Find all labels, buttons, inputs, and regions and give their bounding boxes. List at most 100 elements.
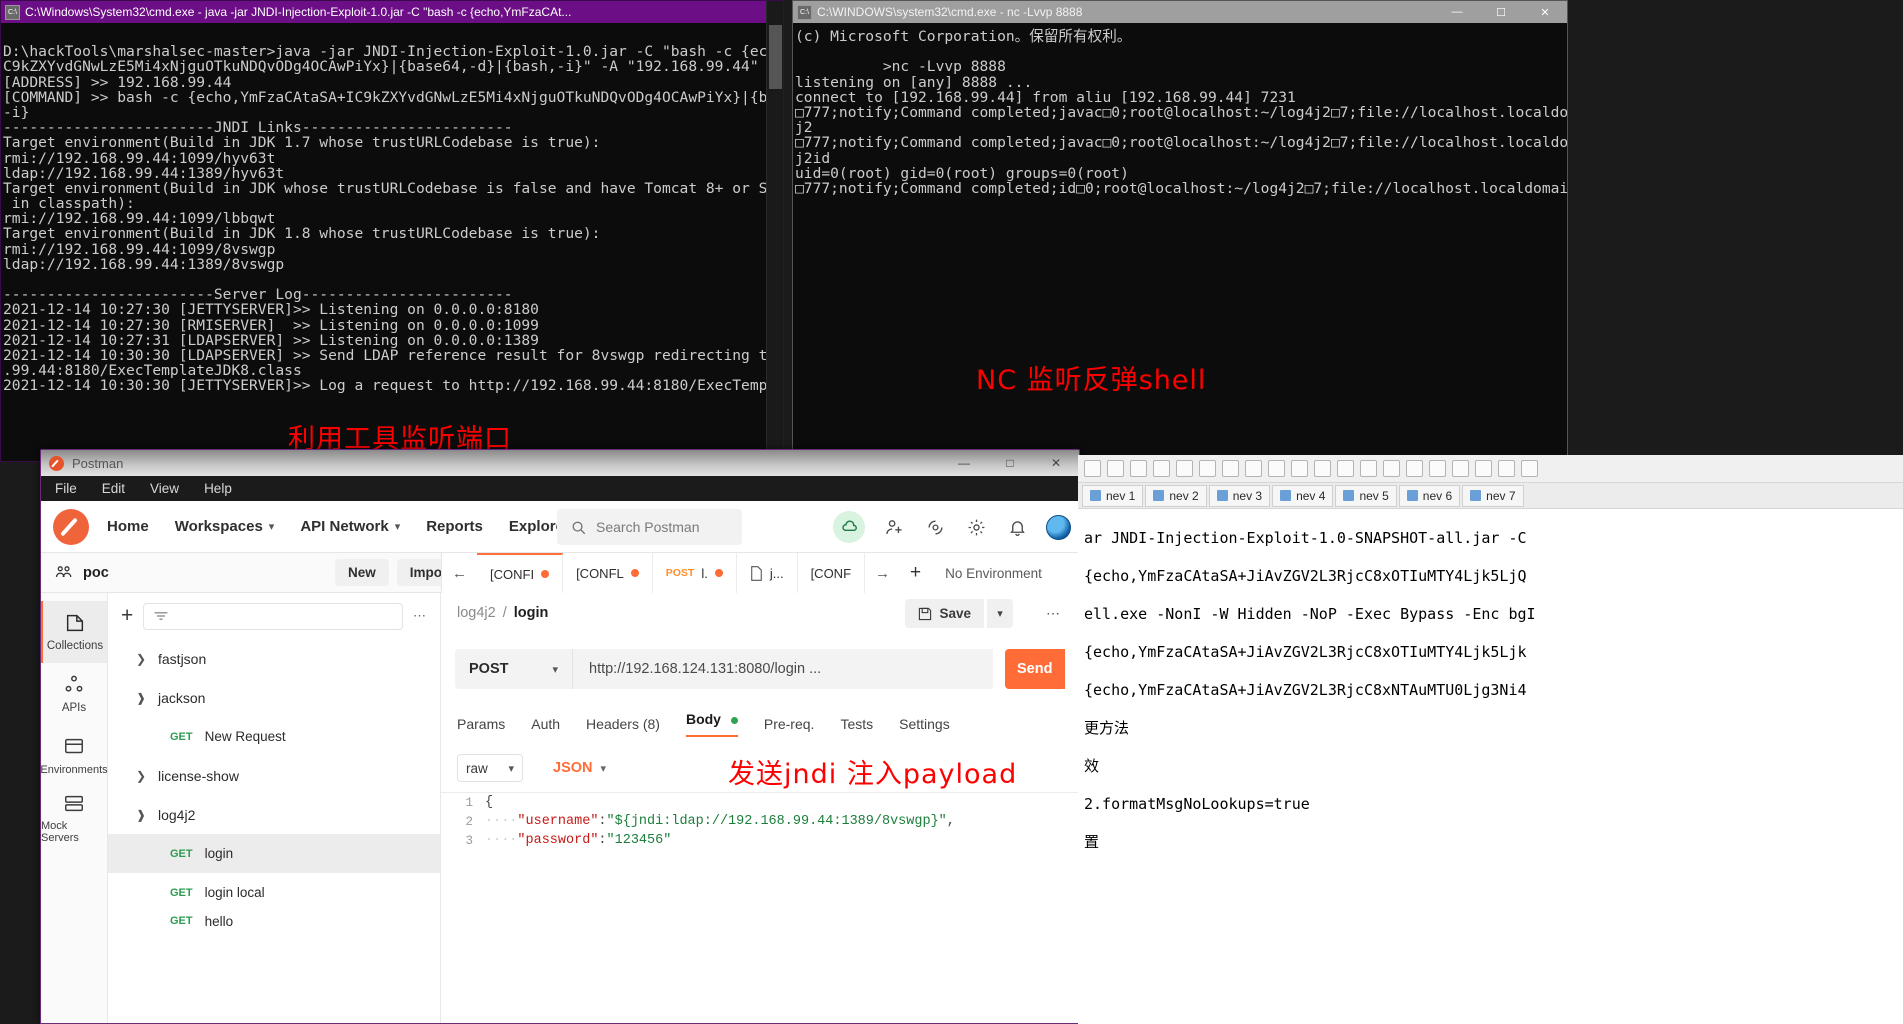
print-icon[interactable] [1153,460,1170,477]
ide-tab-4[interactable]: nev 5 [1335,484,1397,507]
sidebar-toolbar[interactable]: + ⋯ [108,593,440,639]
collections-sidebar[interactable]: + ⋯ ❯ fastjson ❱ jackson GET New Request… [108,593,441,1023]
chevron-down-icon[interactable]: ❱ [136,691,146,705]
replace-icon[interactable] [1314,460,1331,477]
maximize-button[interactable]: ☐ [1479,1,1523,23]
satellite-icon[interactable] [923,515,947,539]
search-input[interactable]: Search Postman [557,509,742,545]
postman-brand-icon[interactable] [53,508,89,545]
tree-item-jackson[interactable]: ❱ jackson [108,678,440,717]
workspace-bar[interactable]: poc New Import ← [CONFI [CONFL POST l. j… [41,553,1079,593]
http-method-select[interactable]: POST ▾ [455,649,573,689]
tree-item-hello[interactable]: GET hello [108,912,440,930]
user-avatar[interactable] [1046,514,1071,540]
tree-item-login[interactable]: GET login [108,834,440,873]
url-input[interactable]: http://192.168.124.131:8080/login ... [573,649,993,689]
postman-top-nav[interactable]: Home Workspaces ▾ API Network ▾ Reports … [41,501,1079,553]
minimize-button[interactable]: — [941,456,987,470]
tree-item-log4j2[interactable]: ❱ log4j2 [108,795,440,834]
nav-api-network[interactable]: API Network ▾ [300,518,400,535]
postman-menubar[interactable]: File Edit View Help [41,476,1079,501]
ide-window[interactable]: nev 1 nev 2 nev 3 nev 4 nev 5 nev 6 nev 7 ar J… [1078,455,1903,1024]
ide-tab-0[interactable]: nev 1 [1082,484,1144,507]
chevron-right-icon[interactable]: ❯ [136,769,146,783]
menu-help[interactable]: Help [204,481,232,496]
tabs-forward-arrow-icon[interactable]: → [865,565,900,582]
help-icon[interactable] [1475,460,1492,477]
wrap-icon[interactable] [1383,460,1400,477]
tab-headers[interactable]: Headers (8) [586,716,660,732]
send-button[interactable]: Send [1005,649,1065,689]
menu-edit[interactable]: Edit [102,481,125,496]
window-titlebar[interactable]: C:\ C:\Windows\System32\cmd.exe - java -… [1,1,783,23]
left-rail[interactable]: Collections APIs Environments Mock Serve… [41,593,108,1023]
ide-tab-2[interactable]: nev 3 [1208,484,1271,507]
new-button[interactable]: New [335,559,389,586]
sidebar-item-apis[interactable]: APIs [41,663,107,725]
request-section-tabs[interactable]: Params Auth Headers (8) Body Pre-req. Te… [457,711,1079,737]
minimize-button[interactable]: — [1435,1,1479,23]
ide-tab-5[interactable]: nev 6 [1398,484,1461,507]
macro-icon[interactable] [1498,460,1515,477]
tab-tests[interactable]: Tests [840,716,873,732]
window-buttons[interactable]: — ☐ ✕ [1435,1,1567,23]
add-collection-button[interactable]: + [121,604,133,628]
cut-icon[interactable] [1222,460,1239,477]
nav-items[interactable]: Home Workspaces ▾ API Network ▾ Reports … [107,518,557,535]
ide-tab-1[interactable]: nev 2 [1145,484,1207,507]
nav-workspaces[interactable]: Workspaces ▾ [175,518,275,535]
save-dropdown-button[interactable]: ▾ [987,599,1013,628]
tree-item-fastjson[interactable]: ❯ fastjson [108,639,440,678]
jndi-exploit-terminal-window[interactable]: C:\ C:\Windows\System32\cmd.exe - java -… [0,0,784,462]
open-folder-icon[interactable] [1107,460,1124,477]
postman-window[interactable]: Postman — □ ✕ File Edit View Help Home W… [40,449,1080,1024]
save-icon[interactable] [1130,460,1147,477]
terminal-scrollbar[interactable] [766,1,783,461]
invite-user-icon[interactable] [882,515,906,539]
tree-item-new-request[interactable]: GET New Request [108,717,440,756]
paste-icon[interactable] [1268,460,1285,477]
tab-auth[interactable]: Auth [531,716,560,732]
bookmark-icon[interactable] [1406,460,1423,477]
breadcrumb-collection[interactable]: log4j2 [457,605,496,621]
settings-icon[interactable] [1452,460,1469,477]
header-icon-group[interactable] [833,509,1071,545]
chevron-down-icon[interactable]: ❱ [136,808,146,822]
find-icon[interactable] [1291,460,1308,477]
zoom-in-icon[interactable] [1337,460,1354,477]
cloud-sync-icon[interactable] [833,511,865,543]
breadcrumb-request-name[interactable]: login [514,605,549,621]
copy-icon[interactable] [1245,460,1262,477]
sidebar-item-collections[interactable]: Collections [41,601,107,663]
request-tab-0[interactable]: [CONFI [477,553,564,593]
run-icon[interactable] [1429,460,1446,477]
tree-item-login-local[interactable]: GET login local [108,873,440,912]
url-bar[interactable]: POST ▾ http://192.168.124.131:8080/login… [455,649,1065,689]
ide-tab-strip[interactable]: nev 1 nev 2 nev 3 nev 4 nev 5 nev 6 nev 7 [1078,483,1903,509]
sidebar-item-mock-servers[interactable]: Mock Servers [41,787,107,849]
sidebar-filter-input[interactable] [143,602,403,630]
tab-body[interactable]: Body [685,711,738,737]
request-tab-4[interactable]: [CONF [798,553,866,593]
nav-home[interactable]: Home [107,518,149,535]
request-more-button[interactable]: ⋯ [1046,605,1061,622]
window-buttons[interactable]: — □ ✕ [941,456,1079,470]
ide-tab-3[interactable]: nev 4 [1272,484,1334,507]
request-tab-1[interactable]: [CONFL [563,553,653,593]
request-tab-3[interactable]: j... [737,553,798,593]
tabs-back-arrow-icon[interactable]: ← [442,565,477,582]
sidebar-more-button[interactable]: ⋯ [413,608,427,624]
request-tab-2[interactable]: POST l. [653,553,737,593]
chevron-right-icon[interactable]: ❯ [136,652,146,666]
close-button[interactable]: ✕ [1033,456,1079,470]
ide-editor[interactable]: ar JNDI-Injection-Exploit-1.0-SNAPSHOT-a… [1078,509,1903,861]
window-titlebar[interactable]: C:\ C:\WINDOWS\system32\cmd.exe - nc -Lv… [793,1,1567,23]
tab-pre-request[interactable]: Pre-req. [764,716,815,732]
settings-gear-icon[interactable] [964,515,988,539]
tab-params[interactable]: Params [457,716,505,732]
undo-icon[interactable] [1176,460,1193,477]
tab-settings[interactable]: Settings [899,716,950,732]
tree-item-license-show[interactable]: ❯ license-show [108,756,440,795]
postman-titlebar[interactable]: Postman — □ ✕ [41,450,1079,476]
body-type-select[interactable]: raw ▾ [457,754,523,782]
